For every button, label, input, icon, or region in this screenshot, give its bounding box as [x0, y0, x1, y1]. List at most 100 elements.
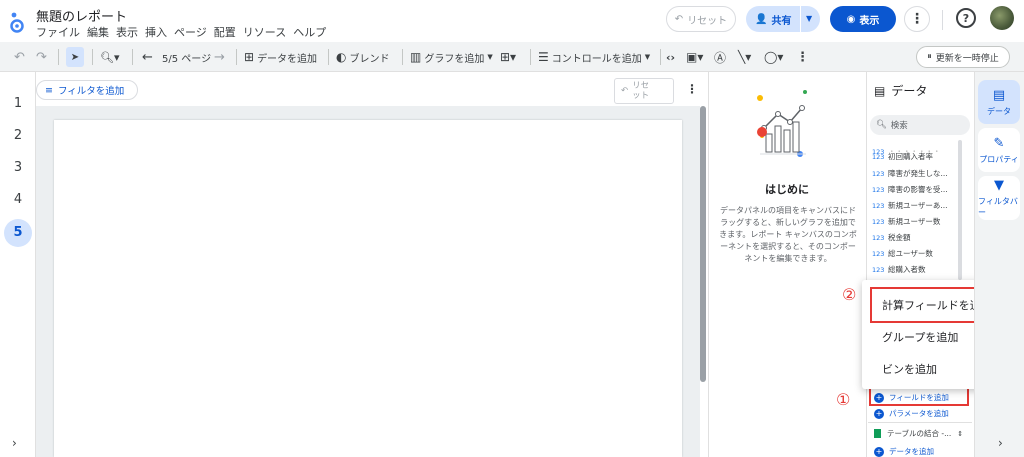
number-type-icon: 123	[872, 169, 885, 178]
menu-help[interactable]: ヘルプ	[293, 24, 326, 40]
field-label: 税金額	[888, 233, 911, 242]
blend-icon: ◐	[336, 50, 347, 64]
divider	[868, 422, 972, 423]
divider	[402, 49, 403, 65]
text-box-icon[interactable]: Ⓐ	[714, 42, 726, 72]
chevron-down-icon: ▼	[644, 53, 651, 61]
looker-studio-logo-icon[interactable]	[8, 10, 26, 34]
table-icon: ▤	[992, 87, 1006, 103]
next-page-icon[interactable]: →	[214, 42, 225, 72]
number-type-icon: 123	[872, 152, 885, 161]
share-button[interactable]: 👤 共有 ▼	[746, 6, 820, 32]
reset-button-small[interactable]: ↶ リセ ット	[614, 78, 674, 104]
image-icon[interactable]: ▣▾	[686, 42, 703, 72]
search-input[interactable]: 🔍︎ 検索	[870, 115, 970, 135]
field-label: 総ユーザー数	[888, 249, 933, 258]
canvas-scrollbar[interactable]	[700, 106, 706, 382]
add-filter-label: フィルタを追加	[57, 86, 125, 97]
menu-page[interactable]: ページ	[174, 24, 207, 40]
shape-icon[interactable]: ◯▾	[764, 42, 783, 72]
field-label: 新規ユーザーあ...	[888, 201, 948, 210]
blend-button[interactable]: ◐ ブレンド	[336, 42, 389, 72]
prev-page-icon[interactable]: ←	[142, 42, 153, 72]
undo-icon: ↶	[674, 13, 684, 25]
field-item[interactable]: 123 総ユーザー数	[872, 248, 933, 259]
pause-updates-button[interactable]: ⏸ 更新を一時停止	[916, 46, 1010, 68]
field-item[interactable]: 123 障害の影響を受...	[872, 184, 948, 195]
filter-icon: ▼	[994, 178, 1004, 193]
field-item[interactable]: 123 新規ユーザー数	[872, 216, 940, 227]
line-icon[interactable]: ╲▾	[738, 42, 751, 72]
select-cursor-icon[interactable]: ➤	[66, 47, 84, 67]
welcome-title: はじめに	[765, 183, 809, 196]
more-options-icon[interactable]: ⋮	[686, 82, 698, 96]
add-chart-button[interactable]: ▥ グラフを追加 ▼	[410, 42, 493, 72]
add-parameter-label: パラメータを追加	[889, 409, 949, 418]
pencil-icon: ✎	[993, 135, 1005, 151]
more-options-icon[interactable]: ⋮	[904, 6, 930, 32]
page-number-active[interactable]: 5	[4, 219, 32, 247]
menu-arrange[interactable]: 配置	[214, 24, 236, 40]
field-item[interactable]: 123 初回購入者率	[872, 151, 933, 162]
number-type-icon: 123	[872, 201, 885, 210]
search-icon: 🔍︎	[876, 120, 887, 130]
field-item[interactable]: 123 税金額	[872, 232, 911, 243]
reset-button[interactable]: ↶ リセット	[666, 6, 736, 32]
add-data-button[interactable]: ⊞ データを追加	[244, 42, 317, 72]
add-parameter-button[interactable]: + パラメータを追加	[874, 408, 949, 419]
divider	[58, 49, 59, 65]
chart-illustration-icon	[757, 90, 807, 157]
reset-label-stack: リセ ット	[632, 81, 649, 101]
field-label: 新規ユーザー数	[888, 217, 941, 226]
more-options-icon[interactable]: ⋮	[796, 42, 809, 72]
page-number[interactable]: 4	[0, 192, 36, 207]
rail-property-tab[interactable]: ✎ プロパティ	[978, 128, 1020, 172]
community-viz-icon[interactable]: ⊞▾	[500, 42, 516, 72]
zoom-icon[interactable]: 🔍︎▾	[100, 42, 120, 72]
report-page[interactable]	[54, 120, 682, 457]
view-button[interactable]: ◉ 表示	[830, 6, 896, 32]
undo-icon[interactable]: ↶	[14, 42, 25, 72]
pause-icon: ⏸	[927, 52, 932, 62]
report-title[interactable]: 無題のレポート	[36, 6, 127, 25]
pause-label: 更新を一時停止	[935, 53, 999, 64]
menu-edit[interactable]: 編集	[87, 24, 109, 40]
add-control-button[interactable]: ☰ コントロールを追加 ▼	[538, 42, 650, 72]
data-source-label: テーブルの結合 -...	[887, 429, 952, 438]
data-source-row[interactable]: テーブルの結合 -... ⇕	[874, 428, 963, 439]
page-number[interactable]: 1	[0, 96, 36, 111]
menu-view[interactable]: 表示	[116, 24, 138, 40]
add-filter-chip[interactable]: ≡ フィルタを追加	[36, 80, 138, 100]
page-number[interactable]: 3	[0, 160, 36, 175]
menu-item-bin[interactable]: ビンを追加	[882, 361, 937, 377]
add-data-link[interactable]: + データを追加	[874, 446, 934, 457]
eye-icon: ◉	[846, 13, 856, 25]
toolbar: ↶ ↷ ➤ 🔍︎▾ ← 5/5 ページ → ⊞ データを追加 ◐ ブレンド ▥ グラフ…	[0, 42, 1024, 72]
help-icon[interactable]: ?	[956, 8, 976, 28]
field-item[interactable]: 123 障害が発生しな...	[872, 168, 948, 179]
menu-file[interactable]: ファイル	[36, 24, 80, 40]
step-marker-2: ②	[842, 285, 857, 304]
redo-icon[interactable]: ↷	[36, 42, 47, 72]
chevron-right-icon[interactable]: ›	[12, 436, 17, 450]
divider	[92, 49, 93, 65]
chevron-right-icon[interactable]: ›	[998, 436, 1003, 450]
page-number[interactable]: 2	[0, 128, 36, 143]
divider	[236, 49, 237, 65]
chevron-down-icon[interactable]: ▼	[806, 14, 812, 23]
code-embed-icon[interactable]: ‹›	[666, 42, 675, 72]
menu-insert[interactable]: 挿入	[145, 24, 167, 40]
field-item[interactable]: 123 新規ユーザーあ...	[872, 200, 948, 211]
add-icon: +	[874, 446, 884, 457]
number-type-icon: 123	[872, 265, 885, 274]
field-item[interactable]: 123 総購入者数	[872, 264, 926, 275]
step-marker-1: ①	[836, 390, 851, 409]
avatar[interactable]	[990, 6, 1014, 30]
data-panel-scrollbar[interactable]	[958, 140, 962, 280]
search-placeholder: 検索	[890, 121, 908, 131]
rail-data-tab[interactable]: ▤ データ	[978, 80, 1020, 124]
add-person-icon: 👤	[755, 13, 768, 25]
menu-resource[interactable]: リソース	[243, 24, 286, 40]
menu-item-group[interactable]: グループを追加	[882, 329, 958, 345]
rail-filter-tab[interactable]: ▼ フィルタバー	[978, 176, 1020, 220]
